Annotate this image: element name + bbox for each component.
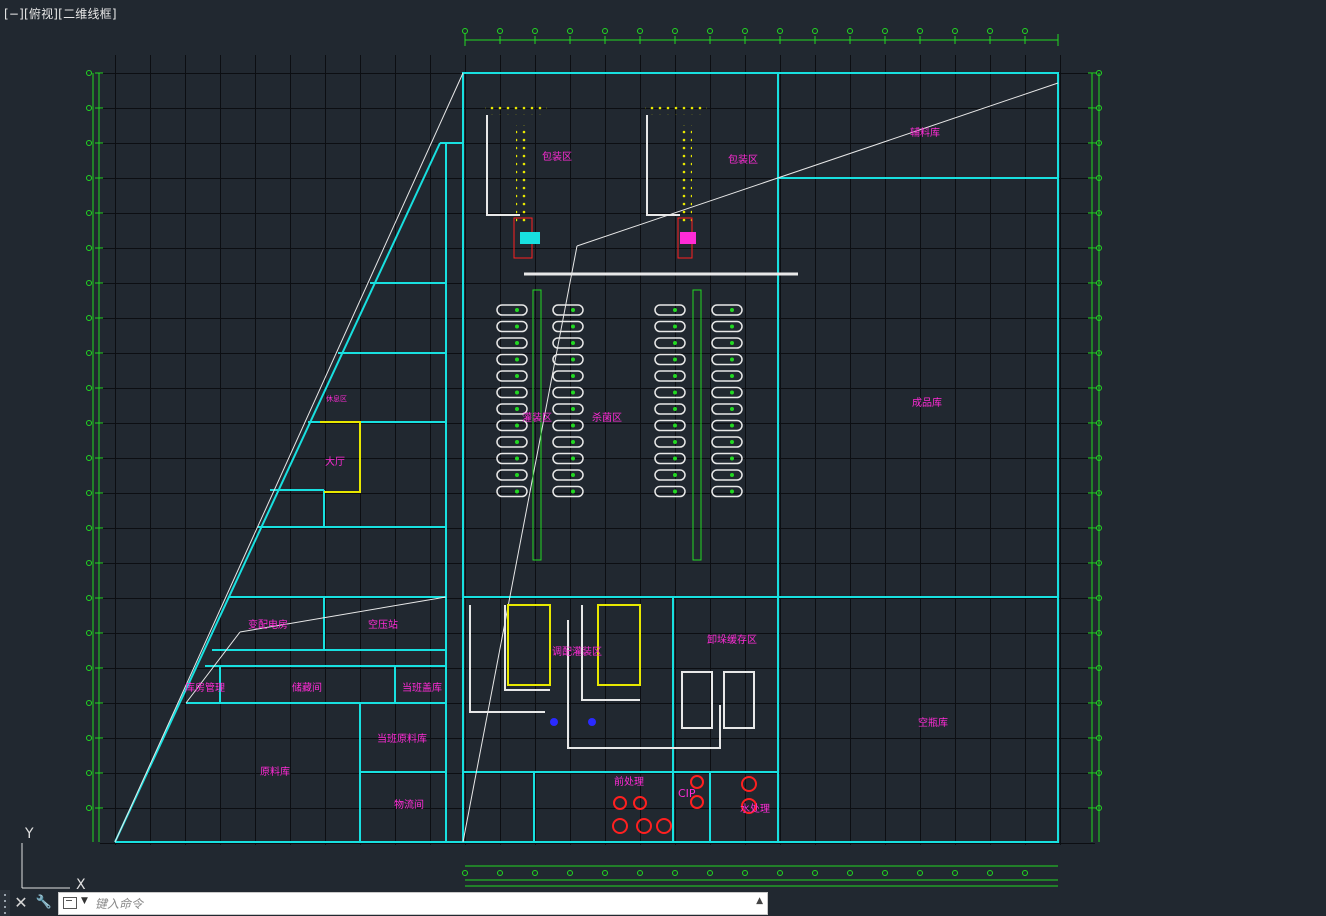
zone-label: 调配灌装区 [552, 645, 602, 658]
command-input-box: ▼ ▲ [58, 892, 768, 915]
zone-label: 空瓶库 [918, 716, 948, 729]
zone-label: 水处理 [740, 803, 770, 815]
zone-label: 前处理 [614, 775, 644, 788]
command-line-grip[interactable] [0, 890, 10, 916]
ucs-icon [21, 843, 70, 889]
ucs-y-label: Y [24, 826, 34, 842]
zone-label: 当班盖库 [402, 681, 442, 694]
zone-label: CIP [678, 787, 696, 800]
zone-label: 灌装区 [522, 411, 552, 424]
zone-label: 当班原料库 [377, 732, 427, 745]
zone-label: 卸垛缓存区 [707, 633, 757, 646]
dimension-top [464, 34, 1059, 46]
zone-label: 库房管理 [185, 681, 225, 694]
zone-label: 休息区 [326, 394, 347, 403]
zone-label: 储藏间 [292, 681, 322, 694]
command-line-bar: ✕ 🔧 ▼ ▲ [0, 890, 770, 916]
command-prompt-icon[interactable] [63, 897, 77, 909]
zone-label: 辅料库 [910, 126, 940, 139]
zone-label: 物流间 [394, 798, 424, 811]
cad-drawing-canvas[interactable]: 包装区 包装区 杀菌区 灌装区 辅料库 成品库 调配灌装区 卸垛缓存区 空瓶库 … [0, 0, 1326, 916]
zone-label: 包装区 [728, 153, 758, 166]
zone-label: 空压站 [368, 618, 398, 631]
wrench-icon[interactable]: 🔧 [33, 890, 55, 916]
zone-label: 成品库 [912, 396, 942, 409]
zone-label: 原料库 [260, 765, 290, 778]
zone-label: 杀菌区 [592, 411, 622, 424]
chevron-up-icon[interactable]: ▲ [756, 896, 763, 906]
command-input[interactable] [95, 893, 745, 914]
close-icon[interactable]: ✕ [10, 890, 32, 916]
zone-label: 包装区 [542, 150, 572, 163]
zone-label: 变配电房 [248, 618, 288, 631]
zone-label: 大厅 [325, 455, 345, 468]
chevron-down-icon[interactable]: ▼ [81, 896, 88, 906]
dimension-bottom [465, 865, 1058, 887]
